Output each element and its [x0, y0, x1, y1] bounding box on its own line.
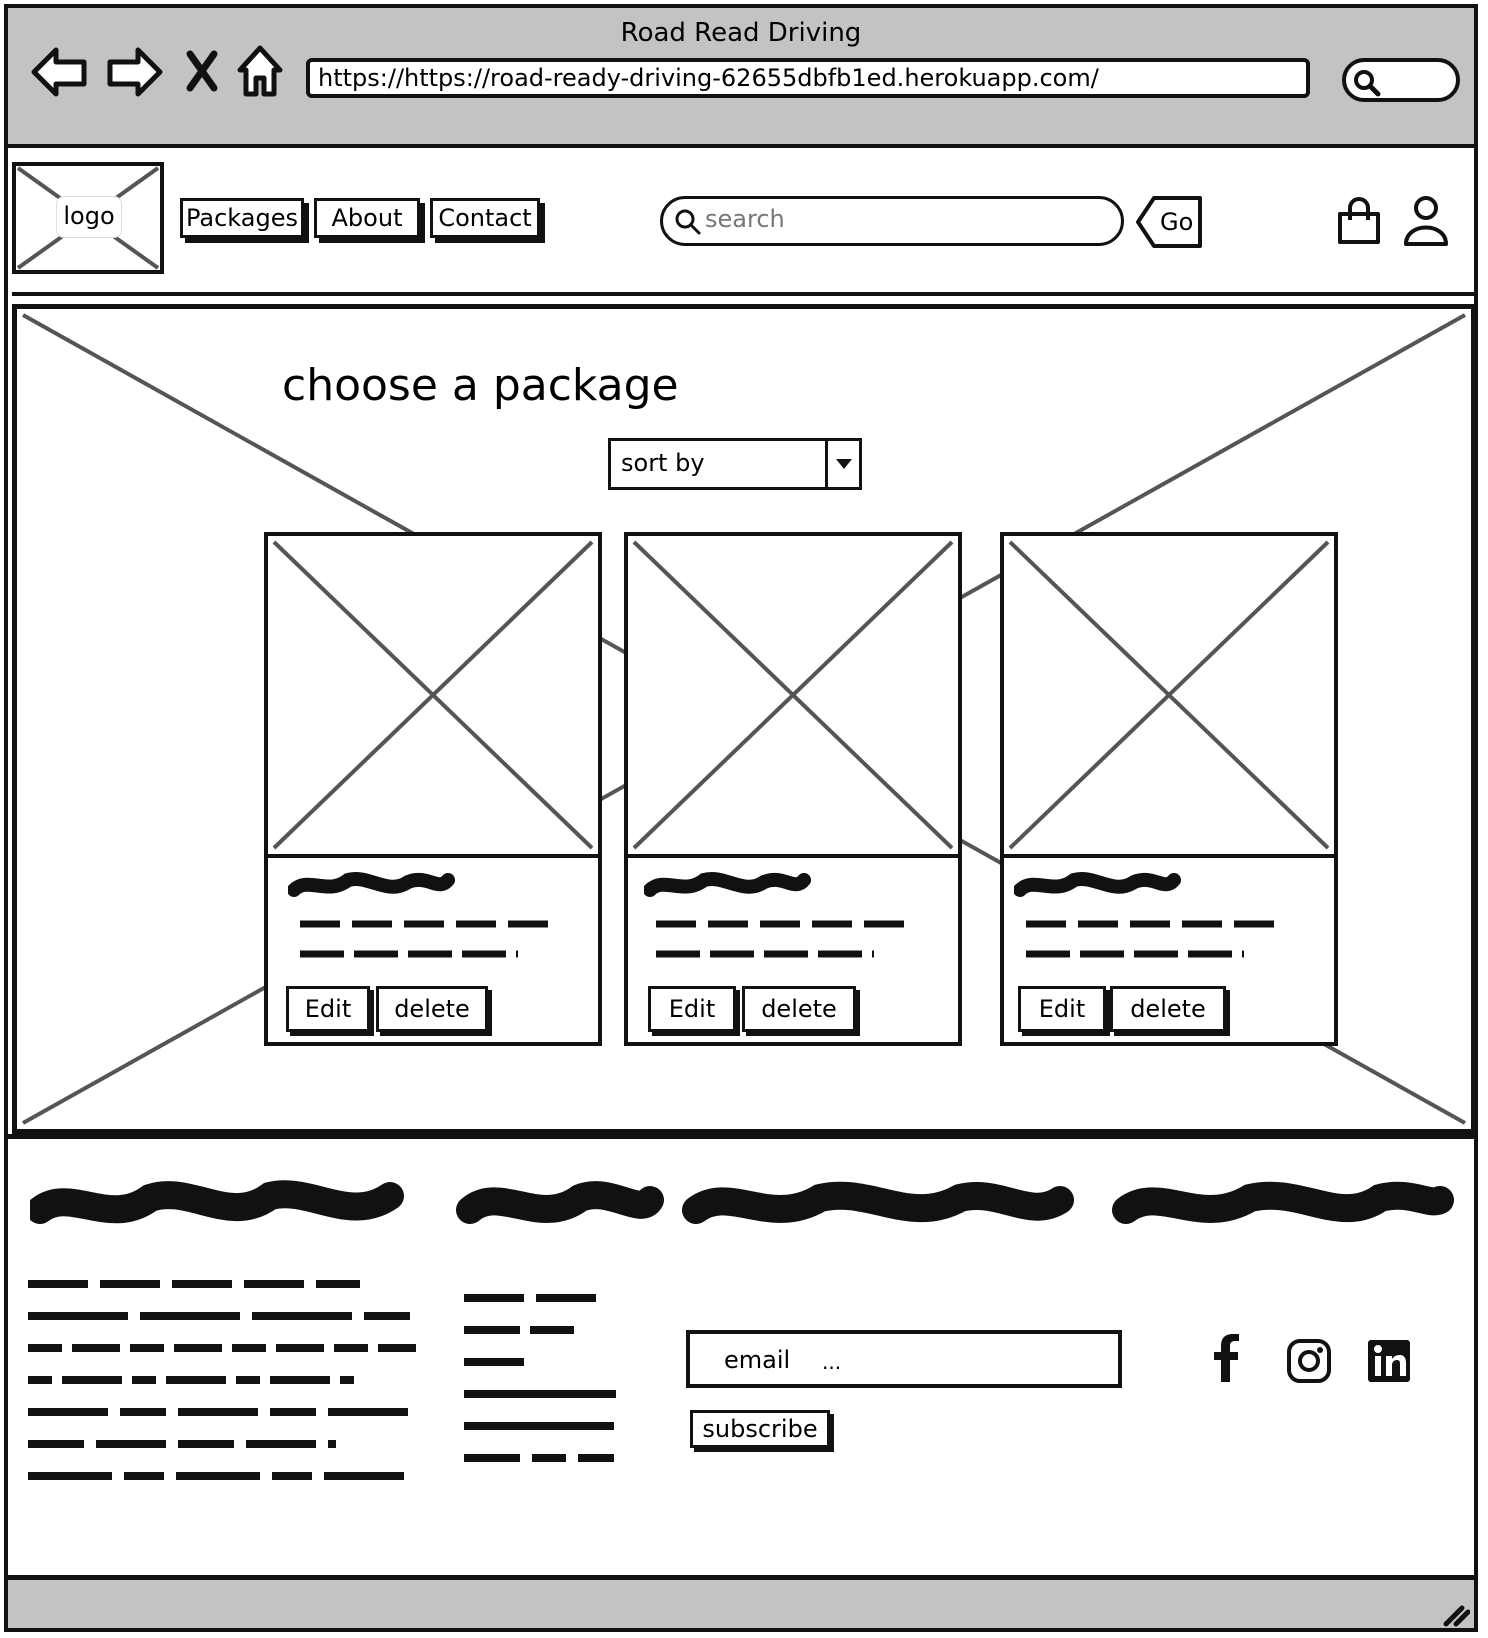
edit-button[interactable]: Edit	[648, 986, 736, 1032]
email-placeholder: email	[724, 1346, 791, 1374]
card-text-scribble	[1014, 871, 1284, 958]
card-text-scribble	[644, 871, 914, 958]
window-title: Road Read Driving	[620, 18, 862, 48]
card-image-placeholder	[268, 536, 598, 858]
home-icon[interactable]	[236, 44, 286, 100]
user-icon[interactable]	[1402, 194, 1450, 248]
dropdown-toggle[interactable]	[825, 441, 859, 487]
logo-label: logo	[56, 196, 122, 238]
delete-button[interactable]: delete	[376, 986, 488, 1032]
browser-search-field[interactable]	[1342, 58, 1460, 102]
chevron-down-icon	[836, 459, 852, 469]
page-title: choose a package	[282, 360, 679, 411]
nav-about[interactable]: About	[314, 198, 420, 238]
status-bar	[8, 1580, 1474, 1628]
package-card: Edit delete	[264, 532, 602, 1046]
delete-button[interactable]: delete	[1110, 986, 1226, 1032]
email-input[interactable]: email ...	[686, 1330, 1122, 1388]
edit-button[interactable]: Edit	[1018, 986, 1106, 1032]
instagram-icon[interactable]	[1286, 1338, 1332, 1384]
package-card: Edit delete	[1000, 532, 1338, 1046]
edit-button[interactable]: Edit	[286, 986, 370, 1032]
search-icon	[1354, 70, 1381, 97]
subscribe-button[interactable]: subscribe	[690, 1410, 830, 1448]
search-placeholder: search	[705, 205, 785, 233]
delete-button[interactable]: delete	[742, 986, 856, 1032]
card-image-placeholder	[628, 536, 958, 858]
package-card: Edit delete	[624, 532, 962, 1046]
sort-dropdown[interactable]: sort by	[608, 438, 862, 490]
footer-links-scribble	[464, 1294, 616, 1462]
header-divider	[12, 292, 1476, 296]
back-arrow-icon[interactable]	[30, 44, 90, 100]
site-logo[interactable]: logo	[12, 162, 164, 274]
site-search-input[interactable]: search	[660, 196, 1124, 246]
go-label: Go	[1160, 208, 1193, 236]
card-text-scribble	[288, 871, 558, 958]
footer-text-scribble	[28, 1280, 420, 1480]
go-button[interactable]: Go	[1134, 194, 1206, 250]
nav-contact[interactable]: Contact	[430, 198, 540, 238]
sort-label: sort by	[621, 449, 705, 477]
resize-handle-icon[interactable]	[1440, 1602, 1470, 1628]
card-image-placeholder	[1004, 536, 1334, 858]
linkedin-icon[interactable]	[1366, 1338, 1412, 1384]
forward-arrow-icon[interactable]	[104, 44, 164, 100]
shopping-bag-icon[interactable]	[1336, 196, 1382, 248]
footer-heading-scribbles	[30, 1180, 1454, 1224]
nav-packages[interactable]: Packages	[180, 198, 304, 238]
url-bar[interactable]: https://https://road-ready-driving-62655…	[306, 58, 1310, 98]
close-icon[interactable]	[184, 48, 220, 94]
search-icon	[675, 209, 701, 235]
facebook-icon[interactable]	[1208, 1334, 1242, 1384]
email-ellipsis: ...	[822, 1350, 842, 1374]
